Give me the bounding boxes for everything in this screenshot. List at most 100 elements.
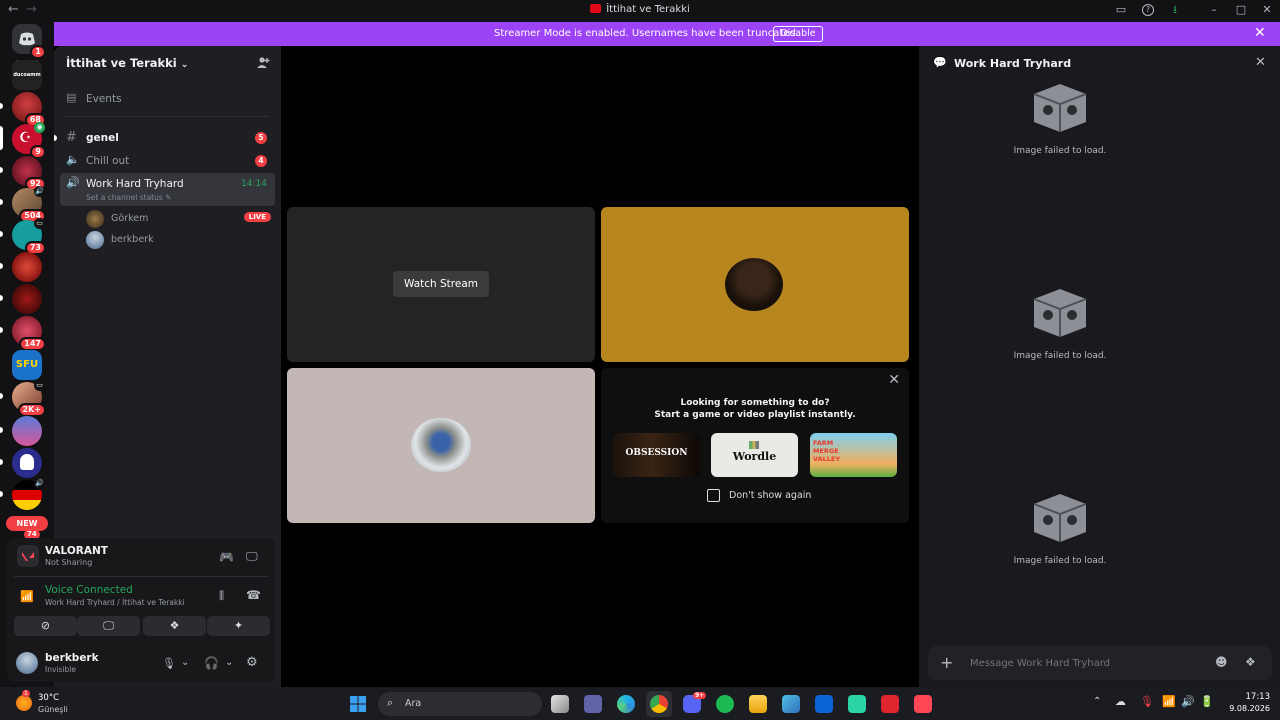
weather-sun-icon[interactable]: [16, 695, 32, 711]
server-feixe[interactable]: 92: [12, 156, 46, 191]
wordle-grid-icon: [749, 441, 759, 449]
participant-tile-1[interactable]: [601, 207, 909, 362]
server-ghost[interactable]: [12, 448, 42, 478]
channel-chill-out[interactable]: 🔈 Chill out 4: [60, 150, 275, 172]
help-icon[interactable]: ?: [1142, 4, 1154, 16]
volume-icon[interactable]: 🔊: [1181, 695, 1195, 708]
broken-image-icon: [1033, 289, 1087, 337]
weather-temp[interactable]: 30°C: [38, 693, 59, 703]
game-card-farm-merge-valley[interactable]: FARM MERGE VALLEY: [810, 433, 897, 477]
channel-status-hint[interactable]: Set a channel status ✎: [86, 193, 171, 202]
close-chat-icon[interactable]: ✕: [1255, 55, 1266, 70]
server-header[interactable]: İttihat ve Terakki ⌄: [66, 56, 188, 70]
settings-gear-icon[interactable]: ⚙: [246, 655, 258, 670]
noise-suppression-icon[interactable]: ⫼: [219, 589, 224, 603]
battery-icon[interactable]: 🔋: [1200, 695, 1214, 708]
valorant-taskbar-icon[interactable]: [914, 695, 932, 713]
server-sfu[interactable]: SFU: [12, 350, 42, 380]
channel-genel[interactable]: # genel 5: [60, 127, 275, 149]
task-view-icon[interactable]: [551, 695, 569, 713]
server-anime[interactable]: [12, 416, 42, 446]
clock-date[interactable]: 9.08.2026: [1218, 704, 1270, 713]
close-window-icon[interactable]: ✕: [1261, 4, 1273, 16]
mic-in-use-icon[interactable]: 🎙: [1140, 695, 1154, 708]
voice-user-berkberk[interactable]: berkberk: [86, 229, 271, 249]
participant-avatar: [411, 418, 471, 472]
activities-button[interactable]: ❖: [143, 616, 206, 636]
new-unreads-button[interactable]: NEW: [6, 516, 48, 531]
app-icon[interactable]: [782, 695, 800, 713]
server-hand[interactable]: ▭ 2K+: [12, 380, 46, 417]
home-button[interactable]: 1: [12, 24, 46, 59]
add-attachment-icon[interactable]: +: [940, 653, 953, 672]
unread-pill: [0, 167, 3, 173]
chevron-down-icon[interactable]: ⌄: [181, 657, 189, 668]
message-input[interactable]: [970, 652, 1190, 674]
red-app-icon[interactable]: [881, 695, 899, 713]
invite-people-icon[interactable]: [256, 56, 270, 70]
stream-tile-gorkem[interactable]: Watch Stream: [287, 207, 595, 362]
title-bar: ← → İttihat ve Terakki ▭ ? ⭳ – □ ✕: [0, 0, 1280, 22]
camera-off-button[interactable]: ⊘: [14, 616, 77, 636]
watch-stream-button[interactable]: Watch Stream: [393, 271, 489, 297]
server-heart[interactable]: 147: [12, 316, 46, 351]
unread-pill: [0, 491, 3, 497]
start-button[interactable]: [349, 695, 367, 713]
participant-tile-berkberk[interactable]: [287, 368, 595, 523]
wifi-icon[interactable]: 📶: [1162, 695, 1176, 708]
close-icon[interactable]: ✕: [888, 372, 900, 388]
server-group-a[interactable]: 🔊 504: [12, 186, 46, 223]
microphone-icon[interactable]: 🎙: [162, 657, 176, 670]
screen-share-button[interactable]: 🖵: [77, 616, 140, 636]
events-link[interactable]: ▤ Events: [60, 88, 275, 110]
user-avatar[interactable]: [16, 652, 38, 674]
game-card-wordle[interactable]: Wordle: [711, 433, 798, 477]
inbox-icon[interactable]: ▭: [1115, 4, 1127, 16]
apps-icon[interactable]: ❖: [1245, 655, 1256, 669]
game-controller-icon[interactable]: 🎮: [219, 550, 234, 564]
edge-icon[interactable]: [617, 695, 635, 713]
tray-overflow-icon[interactable]: ⌃: [1093, 696, 1101, 707]
voice-connected-title[interactable]: Voice Connected: [45, 584, 133, 596]
server-ittihat[interactable]: ☪ ◉ 9: [12, 122, 46, 159]
voice-connected-channel[interactable]: Work Hard Tryhard / İttihat ve Terakki: [45, 598, 185, 607]
soundboard-button[interactable]: ✦: [207, 616, 270, 636]
channel-work-hard-tryhard[interactable]: 🔊 Work Hard Tryhard 14:14 Set a channel …: [60, 173, 275, 206]
server-demirgazi[interactable]: 68: [12, 92, 46, 127]
taskbar-search[interactable]: ⌕ Ara: [378, 692, 542, 716]
maximize-icon[interactable]: □: [1235, 4, 1247, 16]
file-explorer-icon[interactable]: [749, 695, 767, 713]
user-status: Invisible: [45, 665, 76, 674]
download-icon[interactable]: ⭳: [1169, 4, 1181, 16]
server-germany[interactable]: 🔊: [12, 478, 45, 510]
game-card-obsession[interactable]: OBSESSION: [613, 433, 700, 477]
clock-time[interactable]: 17:13: [1226, 692, 1271, 702]
teams-icon[interactable]: [584, 695, 602, 713]
server-red-cat[interactable]: [12, 252, 42, 282]
mail-icon[interactable]: [815, 695, 833, 713]
home-badge: 1: [30, 45, 46, 59]
activity-subtitle: Not Sharing: [45, 558, 93, 567]
broken-image-2: Image failed to load.: [1010, 285, 1110, 361]
share-screen-icon[interactable]: 🖵: [246, 549, 258, 564]
server-ducoamm[interactable]: ducoamm: [12, 60, 42, 90]
headphones-icon[interactable]: 🎧: [204, 656, 219, 670]
chrome-icon[interactable]: [650, 695, 668, 713]
minimize-icon[interactable]: –: [1208, 4, 1220, 16]
dont-show-checkbox[interactable]: [707, 489, 720, 502]
chevron-down-icon[interactable]: ⌄: [225, 657, 233, 668]
voice-user-gorkem[interactable]: Görkem LIVE: [86, 208, 271, 228]
voice-stage: [281, 46, 915, 687]
user-name[interactable]: berkberk: [45, 652, 99, 664]
onedrive-icon[interactable]: ☁: [1115, 695, 1126, 708]
chatgpt-app-icon[interactable]: [848, 695, 866, 713]
disconnect-icon[interactable]: ☎: [246, 588, 261, 602]
calendar-icon: ▤: [66, 91, 77, 104]
unread-pill: [0, 103, 3, 109]
banner-close-icon[interactable]: ✕: [1254, 25, 1266, 41]
server-teal[interactable]: ▭ 73: [12, 218, 46, 255]
server-world[interactable]: [12, 284, 42, 314]
emoji-icon[interactable]: ☻: [1215, 655, 1228, 669]
disable-button[interactable]: Disable: [773, 26, 823, 42]
spotify-icon[interactable]: [716, 695, 734, 713]
